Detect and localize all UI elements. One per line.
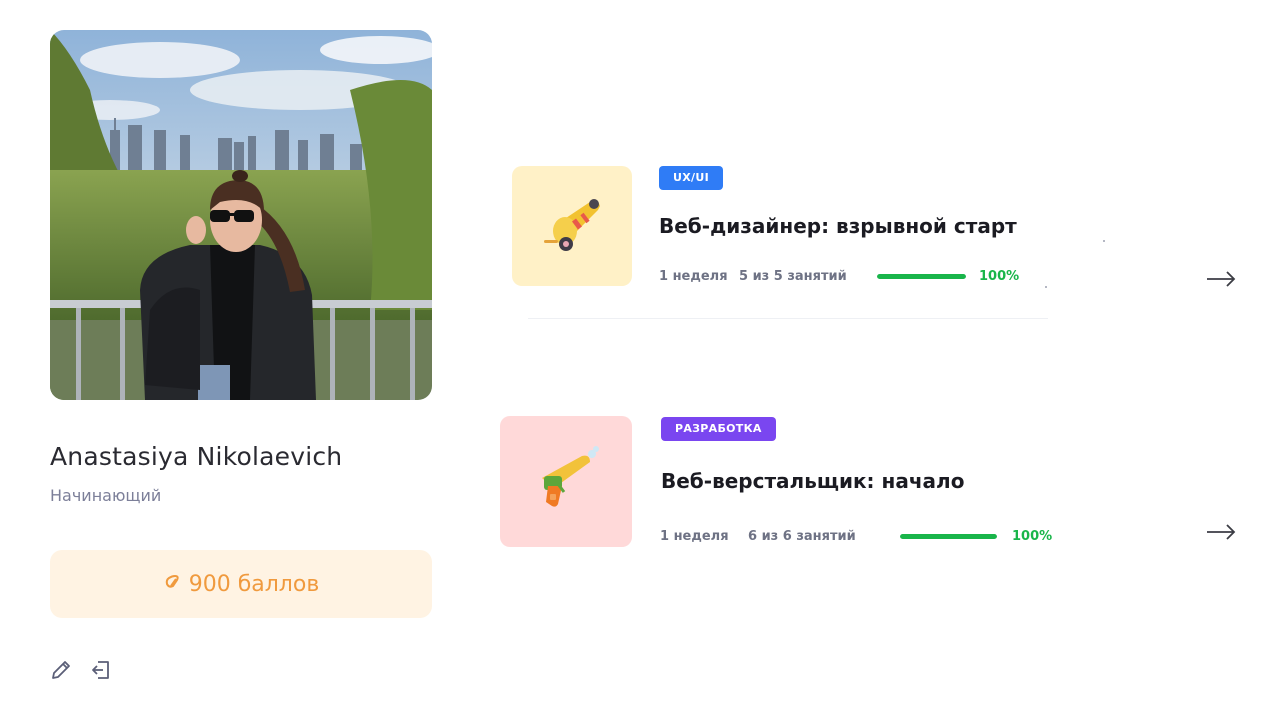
course-tag: UX/UI [659, 166, 723, 190]
course-thumbnail [500, 416, 632, 547]
open-course-button[interactable] [1204, 523, 1238, 545]
edit-profile-button[interactable] [48, 659, 74, 685]
course-progress-bar [877, 274, 966, 279]
coin-icon [163, 572, 183, 597]
course-progress-bar [900, 534, 997, 539]
course-duration: 1 неделя [660, 529, 729, 544]
course-lessons: 6 из 6 занятий [748, 529, 856, 544]
course-lessons: 5 из 5 занятий [739, 269, 847, 284]
water-gun-icon [524, 438, 608, 526]
course-progress-fill [877, 274, 966, 279]
points-badge: 900 баллов [50, 550, 432, 618]
user-level: Начинающий [50, 486, 162, 505]
pencil-icon [49, 658, 73, 686]
cannon-icon [532, 184, 612, 268]
course-duration: 1 неделя [659, 269, 728, 284]
course-progress-percent: 100% [1012, 529, 1053, 544]
course-progress-percent: 100% [979, 269, 1020, 284]
logout-icon [89, 658, 113, 686]
points-label: 900 баллов [188, 571, 320, 597]
user-name: Anastasiya Nikolaevich [50, 442, 343, 471]
course-progress-fill [900, 534, 997, 539]
course-title[interactable]: Веб-дизайнер: взрывной старт [659, 214, 1017, 238]
open-course-button[interactable] [1204, 270, 1238, 292]
logout-button[interactable] [88, 659, 114, 685]
profile-photo [50, 30, 432, 400]
arrow-right-icon [1205, 269, 1237, 293]
course-divider [528, 318, 1048, 319]
course-tag: РАЗРАБОТКА [661, 417, 776, 441]
speck [1103, 240, 1105, 242]
course-thumbnail [512, 166, 632, 286]
arrow-right-icon [1205, 522, 1237, 546]
course-title[interactable]: Веб-верстальщик: начало [661, 469, 964, 493]
speck [1045, 286, 1047, 288]
